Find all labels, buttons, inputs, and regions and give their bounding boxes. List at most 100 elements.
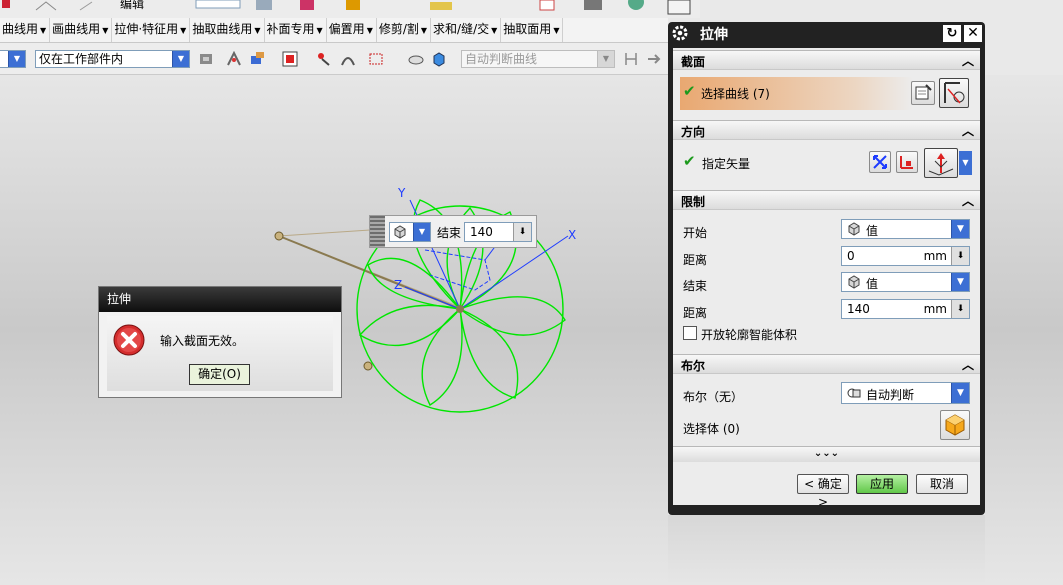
menu-offset[interactable]: 偏置用 ▼: [327, 18, 377, 42]
tool-icon[interactable]: [79, 1, 93, 11]
menu-curve-tools[interactable]: 曲线用 ▼: [0, 18, 51, 42]
boolean-group-header[interactable]: 布尔 ︿: [673, 354, 980, 374]
drag-handle-limit[interactable]: [363, 361, 373, 371]
value-menu-arrow-icon[interactable]: ⬇: [513, 223, 531, 241]
petal-curve[interactable]: [421, 308, 463, 407]
curve-selection-icon: [944, 82, 965, 104]
start-label: 开始: [683, 226, 708, 240]
sketch-section-button[interactable]: [911, 81, 935, 105]
custom-menu-bar: 曲线用 ▼ 画曲线用 ▼ 拉伸·特征用 ▼ 抽取曲线用 ▼ 补面专用 ▼ 偏置用 ▼ 修剪/…: [0, 18, 668, 43]
origin-handle[interactable]: [456, 305, 464, 313]
curve-rule-combo[interactable]: 自动判断曲线 ▼: [461, 50, 615, 68]
eraser-icon[interactable]: [408, 51, 424, 67]
collapse-chevron-icon[interactable]: ︿: [962, 52, 974, 69]
scope-filter-combo[interactable]: 仅在工作部件内 ▼: [35, 50, 190, 68]
tool-icon[interactable]: [300, 0, 314, 10]
toolbar-icons-strip: [2, 0, 691, 15]
solid-body-icon: [945, 414, 965, 436]
dropdown-arrow-icon: ▼: [491, 26, 498, 35]
curve-selection-button[interactable]: [939, 78, 969, 108]
tool-icon[interactable]: [628, 0, 644, 10]
menu-extrude-feature[interactable]: 拉伸·特征用 ▼: [112, 18, 191, 42]
end-limit-input[interactable]: 140 ⬇: [464, 222, 532, 242]
boolean-option-combo[interactable]: 自动判断 ▼: [841, 382, 970, 404]
drag-handle-start[interactable]: [274, 231, 284, 241]
tool-combo[interactable]: [195, 0, 241, 9]
box-select-icon[interactable]: [368, 51, 384, 67]
color-filter-icon[interactable]: [282, 51, 298, 67]
type-filter-combo[interactable]: ▼: [0, 50, 26, 68]
selection-filter-icon[interactable]: [198, 51, 214, 67]
collapse-chevron-icon[interactable]: ︿: [962, 356, 974, 373]
cancel-button[interactable]: 取消: [916, 474, 968, 494]
tool-icon[interactable]: [346, 0, 360, 10]
limits-group-header[interactable]: 限制 ︿: [673, 190, 980, 210]
axis-label-y: Y: [397, 186, 406, 200]
inferred-vector-button[interactable]: [924, 148, 958, 178]
close-icon[interactable]: ✕: [964, 25, 982, 42]
menu-patch-surface[interactable]: 补面专用 ▼: [265, 18, 327, 42]
gear-icon[interactable]: [672, 25, 688, 41]
menu-extract-face[interactable]: 抽取面用 ▼: [501, 18, 564, 42]
tool-icon[interactable]: [2, 0, 10, 8]
menu-draw-curve[interactable]: 画曲线用 ▼: [50, 18, 113, 42]
snap-point-icon[interactable]: [226, 51, 242, 67]
point-pick-icon[interactable]: [316, 51, 332, 67]
collapse-chevron-icon[interactable]: ︿: [962, 192, 974, 209]
vector-constructor-icon: [900, 156, 913, 169]
boolean-infer-icon: [847, 388, 861, 398]
graphics-window[interactable]: Y X Z ▼ 结束 140 ⬇ 拉伸 输入截面无效。 确定(O): [0, 75, 668, 585]
curve-pick-icon[interactable]: [340, 51, 356, 67]
error-ok-button[interactable]: 确定(O): [189, 364, 250, 385]
value-menu-arrow-icon[interactable]: ⬇: [951, 247, 969, 265]
tool-icon[interactable]: [584, 0, 602, 10]
end-distance-input[interactable]: 140 mm ⬇: [841, 299, 970, 319]
menu-extract-curve[interactable]: 抽取曲线用 ▼: [190, 18, 265, 42]
end-option-combo[interactable]: 值 ▼: [841, 272, 970, 292]
petal-curve[interactable]: [459, 308, 519, 399]
dropdown-arrow-icon[interactable]: ▼: [959, 151, 972, 175]
wcs-plane-hint: [424, 249, 491, 291]
stop-at-intersection-icon[interactable]: [623, 51, 639, 67]
apply-button[interactable]: 应用: [856, 474, 908, 494]
tool-icon[interactable]: [430, 2, 452, 10]
follow-fillet-icon[interactable]: [646, 51, 662, 67]
collapse-chevron-icon[interactable]: ︿: [962, 122, 974, 139]
section-group-header[interactable]: 截面 ︿: [673, 50, 980, 70]
specify-vector-label: 指定矢量: [702, 157, 751, 171]
drag-grip[interactable]: [370, 216, 385, 247]
solid-body-icon[interactable]: [431, 51, 447, 67]
open-profile-checkbox[interactable]: [683, 326, 697, 340]
limit-option-combo[interactable]: ▼: [389, 222, 431, 242]
boolean-option-value: 自动判断: [866, 388, 915, 402]
layer-filter-icon[interactable]: [250, 51, 266, 67]
tool-icon[interactable]: [35, 1, 57, 11]
tool-icon[interactable]: [539, 0, 555, 11]
reset-icon[interactable]: ↻: [943, 25, 961, 42]
ok-button[interactable]: < 确定 >: [797, 474, 849, 509]
petal-curve[interactable]: [459, 296, 566, 336]
value-menu-arrow-icon[interactable]: ⬇: [951, 300, 969, 318]
edit-menu-fragment[interactable]: 编辑: [120, 0, 144, 12]
menu-unite-sew-intersect[interactable]: 求和/缝/交 ▼: [431, 18, 502, 42]
select-curve-label: 选择曲线 (7): [701, 87, 770, 101]
tool-icon[interactable]: [667, 0, 691, 15]
dropdown-arrow-icon: ▼: [8, 51, 25, 67]
petal-curve[interactable]: [358, 304, 461, 347]
dropdown-arrow-icon: ▼: [420, 26, 428, 35]
boolean-label: 布尔（无）: [683, 390, 744, 404]
graphics-window-under-dialog[interactable]: [668, 515, 985, 585]
more-options-expander[interactable]: ⌄⌄⌄: [673, 446, 980, 462]
select-body-button[interactable]: [940, 410, 970, 440]
graphics-window-right[interactable]: [985, 75, 1063, 585]
start-distance-input[interactable]: 0 mm ⬇: [841, 246, 970, 266]
tool-icon[interactable]: [256, 0, 272, 10]
menu-trim-split[interactable]: 修剪/割 ▼: [377, 18, 432, 42]
start-option-combo[interactable]: 值 ▼: [841, 219, 970, 239]
vector-constructor-button[interactable]: [896, 151, 918, 173]
start-distance-value: 0: [847, 249, 855, 263]
reverse-direction-button[interactable]: [869, 151, 891, 173]
direction-group-header[interactable]: 方向 ︿: [673, 120, 980, 140]
select-curve-row[interactable]: ✔ 选择曲线 (7): [680, 77, 913, 110]
select-body-label: 选择体 (0): [683, 422, 740, 436]
